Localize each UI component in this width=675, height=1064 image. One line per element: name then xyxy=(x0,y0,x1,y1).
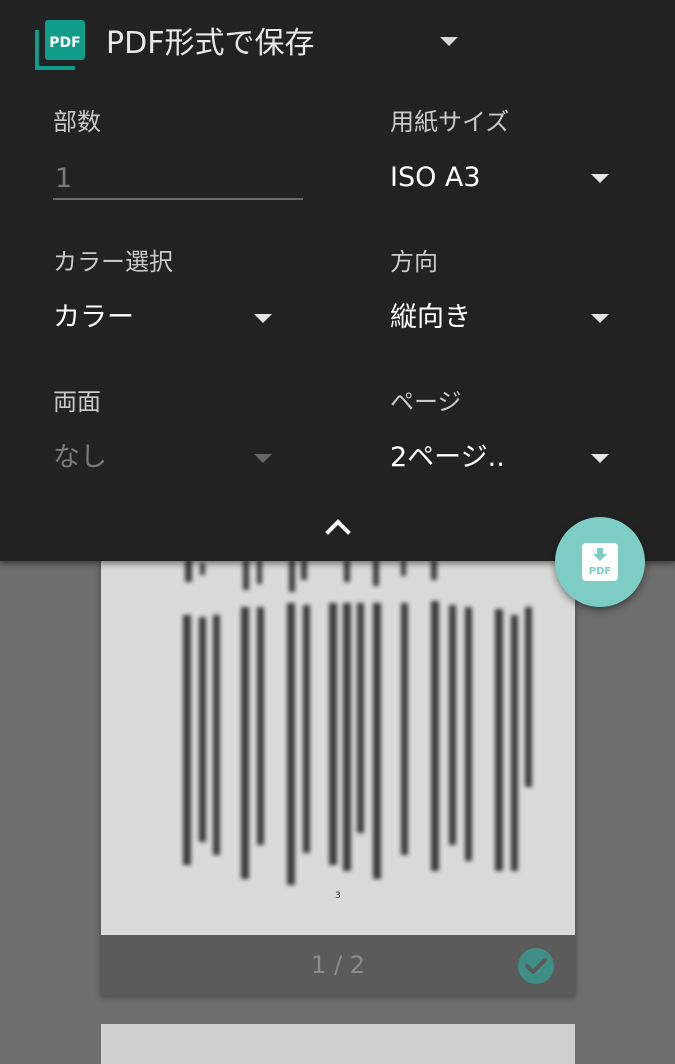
orientation-label: 方向 xyxy=(390,248,438,276)
page-counter: 1 / 2 xyxy=(311,951,365,979)
chevron-down-icon[interactable] xyxy=(440,37,458,46)
chevron-down-icon xyxy=(254,454,272,463)
chevron-down-icon[interactable] xyxy=(591,174,609,183)
save-pdf-button[interactable]: PDF xyxy=(555,517,645,607)
chevron-down-icon[interactable] xyxy=(254,314,272,323)
duplex-label: 両面 xyxy=(53,388,101,416)
paper-size-value[interactable]: ISO A3 xyxy=(390,160,481,196)
print-settings-panel: PDF PDF形式で保存 部数 用紙サイズ ISO A3 カラー選択 カラー 方… xyxy=(0,0,675,561)
orientation-value[interactable]: 縦向き xyxy=(390,300,471,336)
color-mode-label: カラー選択 xyxy=(53,248,173,276)
duplex-field: 両面 なし xyxy=(53,386,303,473)
chevron-up-icon[interactable] xyxy=(322,510,354,542)
duplex-value: なし xyxy=(53,442,107,473)
color-mode-value[interactable]: カラー xyxy=(53,300,134,336)
blurred-page-content xyxy=(183,560,532,885)
chevron-down-icon[interactable] xyxy=(591,454,609,463)
fab-label: PDF xyxy=(589,566,611,577)
pages-label: ページ xyxy=(390,388,462,416)
page-footer: 1 / 2 xyxy=(101,935,575,995)
pdf-logo-icon: PDF xyxy=(35,20,85,70)
page-preview-2[interactable] xyxy=(101,1024,575,1064)
pdf-logo-text: PDF xyxy=(49,35,80,51)
copies-label: 部数 xyxy=(53,108,101,136)
printer-name: PDF形式で保存 xyxy=(106,26,315,61)
printer-selector[interactable]: PDF PDF形式で保存 xyxy=(0,0,675,88)
chevron-down-icon[interactable] xyxy=(591,314,609,323)
orientation-field[interactable]: 方向 縦向き xyxy=(390,246,640,333)
color-mode-field[interactable]: カラー選択 カラー xyxy=(53,246,303,333)
paper-size-field[interactable]: 用紙サイズ ISO A3 xyxy=(390,106,640,193)
page-preview-1[interactable]: 3 1 / 2 xyxy=(101,545,575,995)
copies-input[interactable] xyxy=(53,158,303,200)
copies-field: 部数 xyxy=(53,106,303,200)
pages-field[interactable]: ページ 2ページ.. xyxy=(390,386,640,473)
check-circle-icon[interactable] xyxy=(517,947,555,985)
pdf-download-icon: PDF xyxy=(582,543,618,581)
page-number: 3 xyxy=(335,891,341,901)
pages-value[interactable]: 2ページ.. xyxy=(390,440,505,476)
paper-size-label: 用紙サイズ xyxy=(390,108,510,136)
